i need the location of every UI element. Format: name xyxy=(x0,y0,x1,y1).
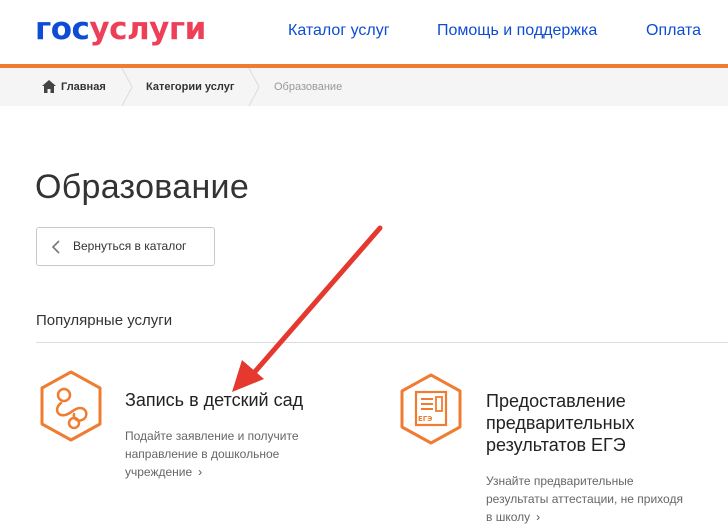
ege-certificate-icon: ЕГЭ xyxy=(400,373,462,445)
desc-line: Подайте заявление и получите xyxy=(125,429,299,443)
page-title: Образование xyxy=(35,168,250,206)
back-button-label: Вернуться в каталог xyxy=(73,239,187,253)
nav-catalog-link[interactable]: Каталог услуг xyxy=(288,22,390,40)
title-line: предварительных xyxy=(486,413,635,433)
section-divider xyxy=(36,342,728,343)
breadcrumb-separator xyxy=(248,68,260,106)
popular-services-heading: Популярные услуги xyxy=(36,312,173,329)
breadcrumb-separator xyxy=(121,68,133,106)
title-line: Предоставление xyxy=(486,391,626,411)
back-to-catalog-button[interactable]: Вернуться в каталог xyxy=(36,227,215,266)
site-header: госуслуги Каталог услуг Помощь и поддерж… xyxy=(0,0,728,64)
desc-line: направление в дошкольное xyxy=(125,447,280,461)
desc-line: учреждение xyxy=(125,465,193,479)
breadcrumb-categories[interactable]: Категории услуг xyxy=(146,68,234,106)
pacifier-icon xyxy=(40,370,102,442)
nav-payment-link[interactable]: Оплата xyxy=(646,22,701,40)
breadcrumb-home[interactable]: Главная xyxy=(61,68,106,106)
breadcrumb: Главная Категории услуг Образование xyxy=(0,68,728,106)
chevron-left-icon xyxy=(51,240,60,254)
desc-line: результаты аттестации, не приходя xyxy=(486,492,683,506)
logo-part-gos: гос xyxy=(35,11,90,47)
desc-line: в школу xyxy=(486,510,531,524)
title-line: результатов ЕГЭ xyxy=(486,435,626,455)
breadcrumb-current: Образование xyxy=(274,81,343,93)
service-desc-ege: Узнайте предварительные результаты аттес… xyxy=(486,472,683,526)
service-desc-kindergarten: Подайте заявление и получите направление… xyxy=(125,427,299,481)
gosuslugi-logo[interactable]: госуслуги xyxy=(35,12,206,46)
logo-part-uslugi: услуги xyxy=(89,11,206,47)
nav-help-link[interactable]: Помощь и поддержка xyxy=(437,22,597,40)
svg-text:ЕГЭ: ЕГЭ xyxy=(418,415,432,423)
desc-line: Узнайте предварительные xyxy=(486,474,634,488)
desc-line-last: учреждение › xyxy=(125,463,299,481)
service-title-ege[interactable]: Предоставление предварительных результат… xyxy=(486,390,635,456)
home-icon xyxy=(42,80,56,93)
chevron-right-icon[interactable]: › xyxy=(536,510,540,524)
chevron-right-icon[interactable]: › xyxy=(198,465,202,479)
service-title-kindergarten[interactable]: Запись в детский сад xyxy=(125,389,303,411)
desc-line-last: в школу › xyxy=(486,508,683,526)
